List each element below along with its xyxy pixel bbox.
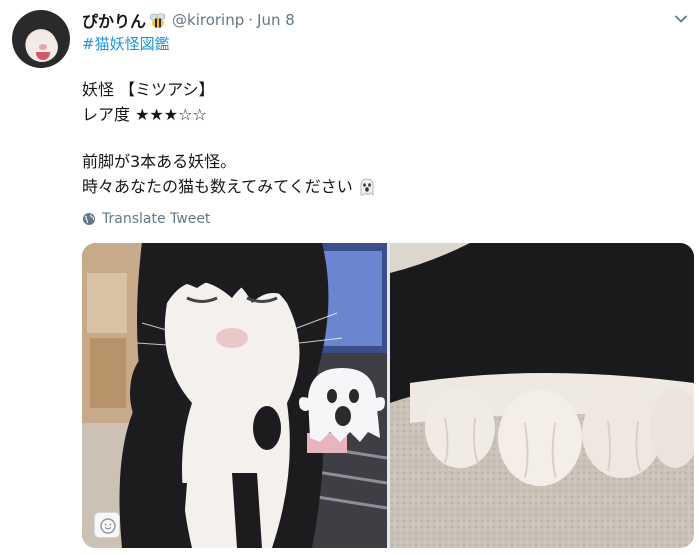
cat-paws-image — [390, 243, 694, 548]
display-name[interactable]: ぴかりん — [82, 8, 146, 32]
photo-cat-paws[interactable] — [390, 243, 694, 548]
tweet-text-line-4-row: 時々あなたの猫も数えてみてください — [82, 175, 377, 199]
translate-tweet-label[interactable]: Translate Tweet — [102, 211, 210, 227]
bee-icon — [149, 13, 166, 28]
tweet-date[interactable]: Jun 8 — [257, 11, 295, 29]
tweet-card[interactable]: ぴかりん @kirorinp · Jun 8 #猫妖怪図鑑 妖怪 【ミツアシ】 … — [0, 0, 700, 555]
user-handle[interactable]: @kirorinp — [172, 11, 244, 29]
tweet-text-line-2: レア度 ★★★☆☆ — [82, 105, 207, 124]
tweet-header: ぴかりん @kirorinp · Jun 8 — [82, 9, 295, 31]
globe-icon — [83, 213, 95, 225]
translate-tweet[interactable]: Translate Tweet — [82, 211, 210, 227]
tweet-text-line-4: 時々あなたの猫も数えてみてください — [82, 177, 353, 196]
tweet-text-line-3: 前脚が3本ある妖怪。 — [82, 152, 237, 171]
smiley-sticker-icon[interactable] — [94, 512, 120, 538]
media-grid — [82, 243, 694, 548]
tweet-text-line-1: 妖怪 【ミツアシ】 — [82, 80, 215, 99]
avatar[interactable] — [12, 10, 70, 68]
cat-sitting-image — [82, 243, 387, 548]
photo-cat-sitting[interactable] — [82, 243, 387, 548]
ghost-icon — [360, 178, 374, 196]
avatar-cat-nose — [39, 44, 47, 50]
separator-dot: · — [248, 11, 254, 29]
chevron-down-icon[interactable] — [672, 10, 690, 28]
hashtag-link[interactable]: #猫妖怪図鑑 — [82, 33, 170, 54]
smiley-icon — [100, 518, 116, 534]
